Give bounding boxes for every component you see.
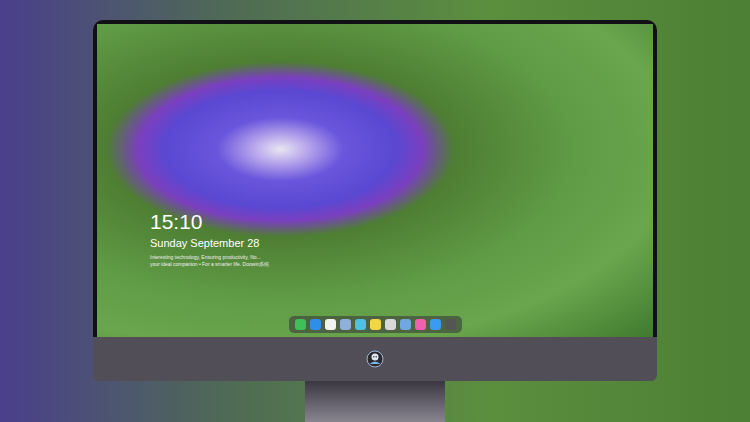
app-icon[interactable] xyxy=(445,319,456,330)
lock-time: 15:10 xyxy=(150,210,653,234)
app-icon[interactable] xyxy=(325,319,336,330)
app-icon[interactable] xyxy=(415,319,426,330)
clock-panel: 15:10 Sunday September 28 Interesting tech… xyxy=(97,24,653,268)
lock-date: Sunday September 28 xyxy=(150,236,653,250)
monitor: 15:10 Sunday September 28 Interesting tech… xyxy=(93,20,657,422)
tagline: Interesting technology, Ensuring product… xyxy=(150,254,653,268)
app-icon[interactable] xyxy=(355,319,366,330)
lock-screen: 15:10 Sunday September 28 Interesting tech… xyxy=(97,24,653,337)
app-icon[interactable] xyxy=(295,319,306,330)
monitor-stand xyxy=(305,381,445,422)
monitor-chin xyxy=(93,337,657,381)
app-icon[interactable] xyxy=(370,319,381,330)
dock-row xyxy=(97,316,653,333)
monitor-bezel: 15:10 Sunday September 28 Interesting tech… xyxy=(93,20,657,337)
app-icon[interactable] xyxy=(385,319,396,330)
dock xyxy=(289,316,462,333)
tagline-line: Interesting technology, Ensuring product… xyxy=(150,254,653,261)
app-icon[interactable] xyxy=(340,319,351,330)
app-icon[interactable] xyxy=(400,319,411,330)
brand-logo-icon xyxy=(366,350,384,368)
app-icon[interactable] xyxy=(430,319,441,330)
app-icon[interactable] xyxy=(310,319,321,330)
tagline-line: your ideal companion • For a smarter lif… xyxy=(150,261,653,268)
page: 15:10 Sunday September 28 Interesting tech… xyxy=(0,0,750,422)
